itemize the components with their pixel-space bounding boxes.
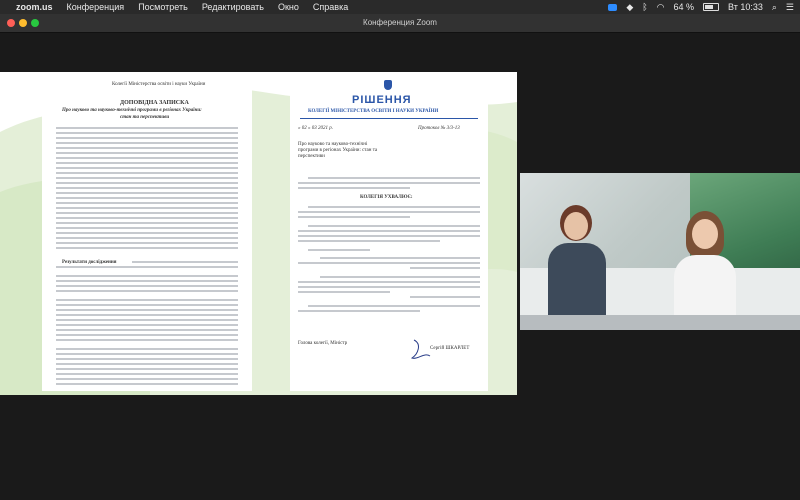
zoom-window-titlebar: Конференция Zoom — [0, 14, 800, 33]
battery-icon[interactable] — [703, 3, 720, 11]
decision-signer-role: Голова колегії, Міністр — [298, 341, 348, 346]
menu-conference[interactable]: Конференция — [67, 2, 125, 12]
participant-left — [542, 203, 612, 330]
minimize-window-button[interactable] — [19, 19, 27, 27]
participant-right — [670, 211, 740, 330]
doc-right-page: РІШЕННЯ КОЛЕГІЇ МІНІСТЕРСТВА ОСВІТИ І НА… — [290, 76, 488, 391]
control-center-icon[interactable]: ☰ — [786, 2, 794, 13]
menu-app-name[interactable]: zoom.us — [16, 2, 53, 12]
maximize-window-button[interactable] — [31, 19, 39, 27]
wifi-icon[interactable]: ◠ — [657, 2, 665, 13]
clock[interactable]: Вт 10:33 — [728, 2, 763, 12]
decision-signer-name: Сергій ШКАРЛЕТ — [430, 346, 470, 351]
battery-percent: 64 % — [673, 2, 695, 12]
zoom-status-icon[interactable] — [608, 3, 618, 11]
dropbox-icon[interactable]: ◆ — [626, 2, 633, 13]
window-title: Конференция Zoom — [363, 18, 437, 27]
macos-menubar: zoom.us Конференция Посмотреть Редактиро… — [0, 0, 800, 14]
menu-help[interactable]: Справка — [313, 2, 348, 12]
doc-left-body-lines — [56, 127, 238, 385]
doc-left-page: Колегії Міністерства освіти і науки Укра… — [42, 76, 252, 391]
participant-video[interactable] — [520, 173, 800, 330]
bluetooth-icon[interactable]: ᛒ — [642, 2, 647, 12]
menu-window[interactable]: Окно — [278, 2, 299, 12]
menu-edit[interactable]: Редактировать — [202, 2, 264, 12]
shared-screen: Колегії Міністерства освіти і науки Укра… — [0, 72, 517, 395]
close-window-button[interactable] — [7, 19, 15, 27]
participant-right-face — [692, 219, 718, 249]
search-icon[interactable]: ⌕ — [772, 2, 777, 13]
menu-view[interactable]: Посмотреть — [138, 2, 188, 12]
participant-left-face — [564, 212, 588, 240]
video-desk — [520, 315, 800, 330]
